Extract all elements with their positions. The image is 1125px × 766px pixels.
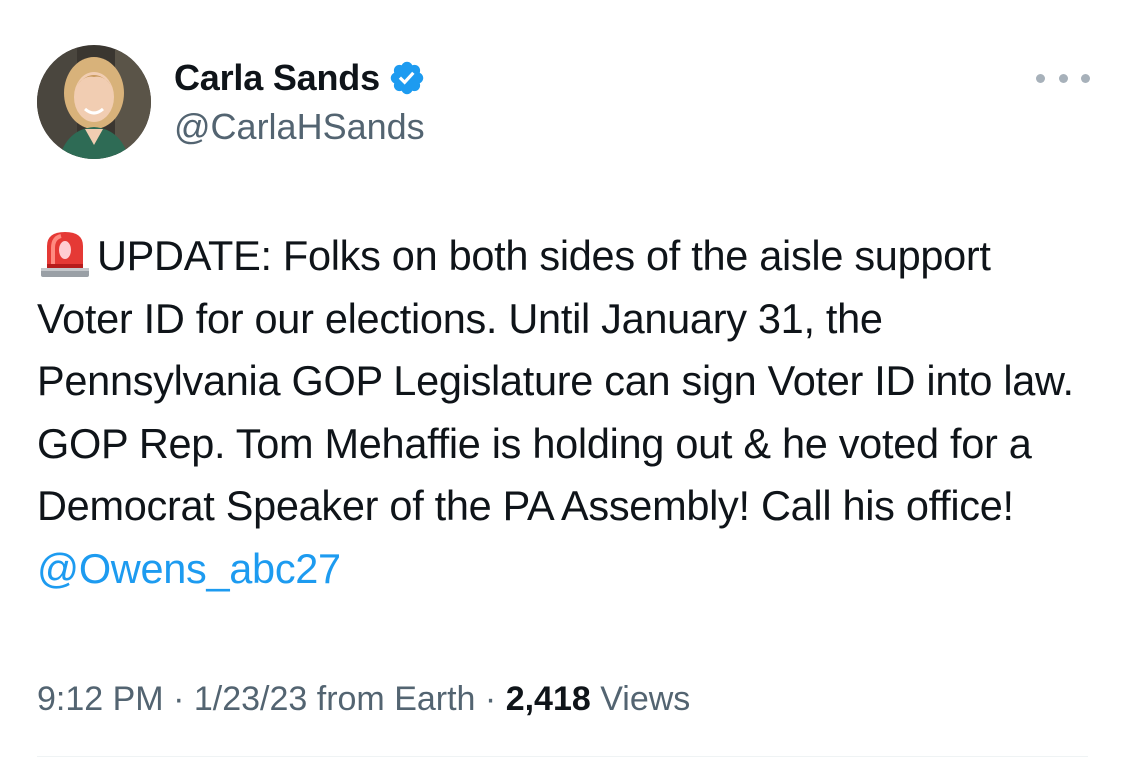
mention-link[interactable]: @Owens_abc27	[37, 545, 341, 592]
tweet-body-text: UPDATE: Folks on both sides of the aisle…	[37, 232, 1074, 529]
meta-separator: ·	[475, 680, 506, 718]
views-label[interactable]: Views	[591, 680, 690, 718]
tweet-body: UPDATE: Folks on both sides of the aisle…	[37, 225, 1097, 600]
avatar-photo-icon	[37, 45, 151, 159]
author-name-row[interactable]: Carla Sands	[174, 56, 426, 100]
tweet-source: from Earth	[307, 680, 476, 718]
more-dot-icon	[1036, 73, 1045, 83]
author-display-name[interactable]: Carla Sands	[174, 57, 380, 99]
author-handle[interactable]: @CarlaHSands	[174, 106, 425, 148]
author-avatar[interactable]	[37, 45, 151, 159]
more-dot-icon	[1058, 73, 1068, 83]
verified-badge-icon	[390, 61, 424, 95]
more-dot-icon	[1081, 73, 1090, 83]
views-count[interactable]: 2,418	[506, 680, 591, 718]
tweet-date[interactable]: 1/23/23	[194, 680, 307, 718]
meta-separator: ·	[163, 680, 194, 718]
rotating-light-siren-icon	[41, 232, 89, 277]
more-options-button[interactable]	[1036, 60, 1090, 96]
divider	[37, 756, 1088, 757]
tweet-meta: 9:12 PM · 1/23/23 from Earth · 2,418 Vie…	[37, 680, 690, 719]
tweet-time[interactable]: 9:12 PM	[37, 680, 164, 718]
